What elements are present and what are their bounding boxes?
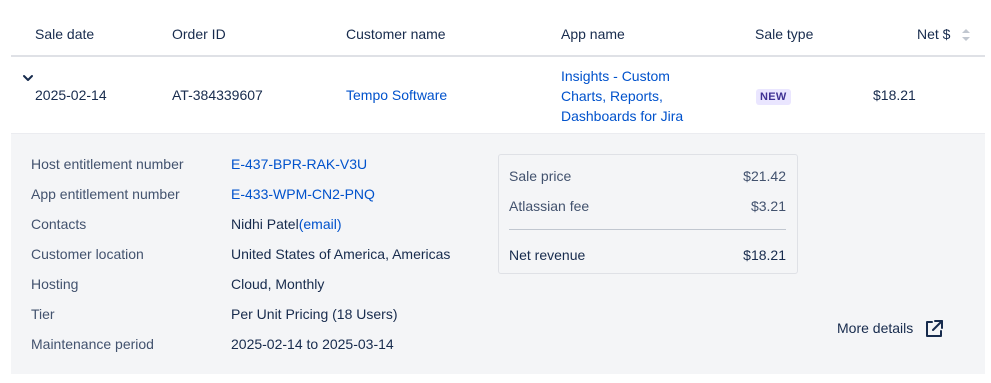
order-id-cell: AT-384339607 xyxy=(172,87,263,103)
column-header-customer-name[interactable]: Customer name xyxy=(346,26,446,42)
maintenance-period-label: Maintenance period xyxy=(31,336,154,352)
column-header-sale-type[interactable]: Sale type xyxy=(755,26,813,42)
more-details-link[interactable]: More details xyxy=(837,320,913,336)
contact-name: Nidhi Patel xyxy=(231,216,299,232)
sort-icon[interactable] xyxy=(961,28,971,42)
customer-location-value: United States of America, Americas xyxy=(231,246,451,262)
expanded-row-details: Host entitlement number E-437-BPR-RAK-V3… xyxy=(11,134,985,374)
customer-location-label: Customer location xyxy=(31,246,144,262)
tier-label: Tier xyxy=(31,306,55,322)
app-name-link[interactable]: Insights - Custom Charts, Reports, Dashb… xyxy=(561,66,711,126)
table-header: Sale date Order ID Customer name App nam… xyxy=(11,0,985,57)
sale-price-label: Sale price xyxy=(509,168,572,184)
table-row[interactable]: 2025-02-14 AT-384339607 Tempo Software I… xyxy=(11,57,985,134)
sale-date-cell: 2025-02-14 xyxy=(35,87,107,103)
column-header-net[interactable]: Net $ xyxy=(917,26,950,42)
contact-email-link[interactable]: (email) xyxy=(299,216,342,232)
pricing-summary: Sale price $21.42 Atlassian fee $3.21 Ne… xyxy=(498,154,798,274)
column-header-app-name[interactable]: App name xyxy=(561,26,625,42)
divider xyxy=(509,229,786,230)
atlassian-fee-label: Atlassian fee xyxy=(509,198,590,214)
chevron-down-icon[interactable] xyxy=(22,73,34,83)
app-entitlement-label: App entitlement number xyxy=(31,186,180,202)
net-revenue-value: $18.21 xyxy=(743,247,786,263)
sale-price-value: $21.42 xyxy=(743,168,786,184)
contacts-value: Nidhi Patel(email) xyxy=(231,216,341,232)
sale-type-badge: NEW xyxy=(756,89,791,105)
app-entitlement-link[interactable]: E-433-WPM-CN2-PNQ xyxy=(231,186,375,202)
column-header-order-id[interactable]: Order ID xyxy=(172,26,226,42)
net-cell: $18.21 xyxy=(873,87,916,103)
net-revenue-label: Net revenue xyxy=(509,247,586,263)
column-header-sale-date[interactable]: Sale date xyxy=(35,26,94,42)
host-entitlement-link[interactable]: E-437-BPR-RAK-V3U xyxy=(231,156,367,172)
customer-name-link[interactable]: Tempo Software xyxy=(346,87,447,103)
contacts-label: Contacts xyxy=(31,216,87,232)
hosting-label: Hosting xyxy=(31,276,79,292)
host-entitlement-label: Host entitlement number xyxy=(31,156,184,172)
atlassian-fee-value: $3.21 xyxy=(750,198,786,214)
tier-value: Per Unit Pricing (18 Users) xyxy=(231,306,398,322)
maintenance-period-value: 2025-02-14 to 2025-03-14 xyxy=(231,336,394,352)
hosting-value: Cloud, Monthly xyxy=(231,276,325,292)
external-link-icon[interactable] xyxy=(924,319,944,339)
